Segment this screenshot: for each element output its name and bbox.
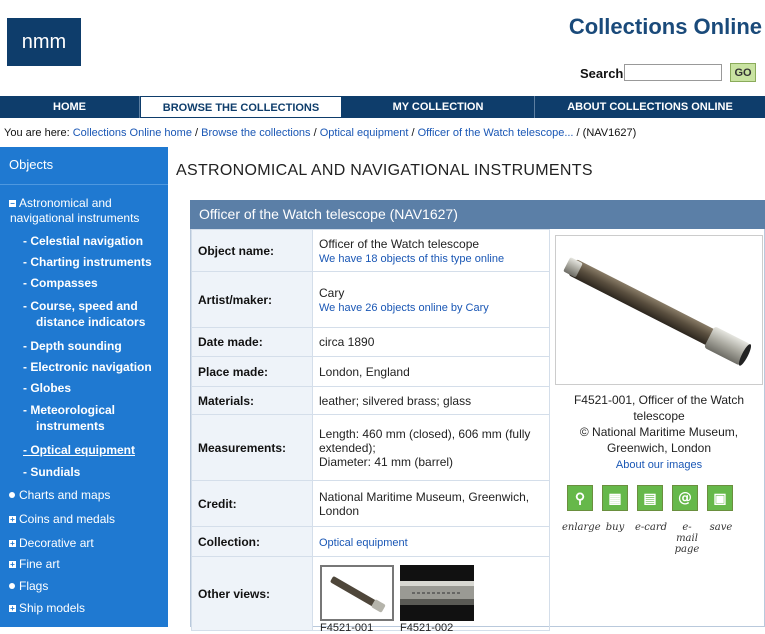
sidebar-item-ship-models[interactable]: + Ship models xyxy=(9,601,85,615)
table-row: Collection: Optical equipment xyxy=(191,526,550,557)
field-label: Collection: xyxy=(191,526,313,557)
breadcrumb-link-optical[interactable]: Optical equipment xyxy=(320,127,409,139)
breadcrumb-link-browse[interactable]: Browse the collections xyxy=(201,127,310,139)
object-title: Officer of the Watch telescope (NAV1627) xyxy=(190,200,765,229)
sidebar-item-charts[interactable]: Charts and maps xyxy=(9,488,110,502)
breadcrumb-link-telescope[interactable]: Officer of the Watch telescope... xyxy=(418,127,574,139)
sidebar-item-decorative[interactable]: + Decorative art xyxy=(9,536,94,550)
artist-link[interactable]: We have 26 objects online by Cary xyxy=(319,302,489,314)
e-card-label[interactable]: e-card xyxy=(634,522,668,533)
field-value: National Maritime Museum, Greenwich, Lon… xyxy=(312,480,550,527)
table-row: Credit: National Maritime Museum, Greenw… xyxy=(191,480,550,527)
e-mail-page-icon[interactable]: @ xyxy=(672,485,698,511)
sidebar-sub-meteorological-2[interactable]: instruments xyxy=(36,419,105,433)
enlarge-icon[interactable]: ⚲ xyxy=(567,485,593,511)
field-value: leather; silvered brass; glass xyxy=(312,386,550,415)
field-label: Place made: xyxy=(191,356,313,387)
enlarge-label[interactable]: enlarge xyxy=(562,522,601,533)
expand-icon[interactable]: + xyxy=(9,561,16,569)
other-view-thumbnail-2[interactable] xyxy=(400,565,474,621)
field-label: Materials: xyxy=(191,386,313,415)
sidebar-sub-charting[interactable]: - Charting instruments xyxy=(23,255,152,269)
e-card-icon[interactable]: ▤ xyxy=(637,485,663,511)
sidebar-item-coins[interactable]: + Coins and medals xyxy=(9,512,115,526)
sidebar-sub-electronic[interactable]: - Electronic navigation xyxy=(23,360,152,374)
sidebar-sub-compasses[interactable]: - Compasses xyxy=(23,276,98,290)
table-row: Materials: leather; silvered brass; glas… xyxy=(191,386,550,415)
sidebar-sub-sundials[interactable]: - Sundials xyxy=(23,465,80,479)
field-value: circa 1890 xyxy=(312,327,550,357)
table-row: Object name: Officer of the Watch telesc… xyxy=(191,229,550,272)
field-label: Measurements: xyxy=(191,414,313,481)
collection-link[interactable]: Optical equipment xyxy=(319,537,408,549)
sidebar-sub-celestial[interactable]: - Celestial navigation xyxy=(23,234,143,248)
table-row: Date made: circa 1890 xyxy=(191,327,550,357)
table-row: Place made: London, England xyxy=(191,356,550,387)
sidebar-sub-depth[interactable]: - Depth sounding xyxy=(23,339,122,353)
bullet-icon xyxy=(9,583,15,589)
nav-my-collection[interactable]: MY COLLECTION xyxy=(342,96,535,118)
sidebar-sub-meteorological[interactable]: - Meteorological xyxy=(23,403,115,417)
sidebar-divider xyxy=(0,184,168,185)
field-label: Credit: xyxy=(191,480,313,527)
other-view-caption-1: F4521-001 xyxy=(320,622,374,634)
field-label: Date made: xyxy=(191,327,313,357)
table-row: Artist/maker: Cary We have 26 objects onl… xyxy=(191,271,550,328)
save-label[interactable]: save xyxy=(706,522,736,533)
object-type-link[interactable]: We have 18 objects of this type online xyxy=(319,253,504,265)
nmm-logo[interactable]: nmm xyxy=(7,18,81,66)
search-label: Search xyxy=(580,66,624,81)
about-images-link[interactable]: About our images xyxy=(616,459,702,471)
image-caption: F4521-001, Officer of the Watch telescop… xyxy=(573,393,745,471)
nav-home[interactable]: HOME xyxy=(0,96,140,118)
field-value: London, England xyxy=(312,356,550,387)
bullet-icon xyxy=(9,492,15,498)
object-image[interactable] xyxy=(555,235,763,385)
buy-icon[interactable]: ▦ xyxy=(602,485,628,511)
sidebar-item-fine-art[interactable]: + Fine art xyxy=(9,557,60,571)
field-label: Object name: xyxy=(191,229,313,272)
buy-label[interactable]: buy xyxy=(600,522,630,533)
main-nav: HOME BROWSE THE COLLECTIONS MY COLLECTIO… xyxy=(0,96,765,118)
sidebar-item-astronomical[interactable]: − Astronomical and navigational instrumen… xyxy=(9,196,169,226)
expand-icon[interactable]: + xyxy=(9,516,16,524)
sidebar-sub-course[interactable]: - Course, speed and xyxy=(23,299,138,313)
field-label: Artist/maker: xyxy=(191,271,313,328)
breadcrumb: You are here: Collections Online home / … xyxy=(4,127,637,139)
engraving-thumb xyxy=(400,581,474,605)
field-value: Optical equipment xyxy=(312,526,550,557)
nav-about[interactable]: ABOUT COLLECTIONS ONLINE xyxy=(535,96,765,118)
sidebar-sub-optical[interactable]: - Optical equipment xyxy=(23,443,135,457)
site-title: Collections Online xyxy=(568,14,762,39)
sidebar-title: Objects xyxy=(9,157,54,172)
telescope-thumb xyxy=(330,576,386,613)
collapse-icon[interactable]: − xyxy=(9,200,16,208)
e-mail-page-label[interactable]: e-mail page xyxy=(672,522,702,555)
sidebar-sub-course-2[interactable]: distance indicators xyxy=(36,315,145,329)
breadcrumb-current: (NAV1627) xyxy=(582,127,637,139)
search-input[interactable] xyxy=(624,64,722,81)
field-value: Officer of the Watch telescope We have 18… xyxy=(312,229,550,272)
other-view-caption-2: F4521-002 xyxy=(400,622,454,634)
other-view-thumbnail-1[interactable] xyxy=(320,565,394,621)
expand-icon[interactable]: + xyxy=(9,540,16,548)
sidebar-item-flags[interactable]: Flags xyxy=(9,579,48,593)
field-value: Length: 460 mm (closed), 606 mm (fully e… xyxy=(312,414,550,481)
save-icon[interactable]: ▣ xyxy=(707,485,733,511)
go-button[interactable]: GO xyxy=(730,63,756,82)
expand-icon[interactable]: + xyxy=(9,605,16,613)
breadcrumb-link-home[interactable]: Collections Online home xyxy=(73,127,192,139)
table-row: Measurements: Length: 460 mm (closed), 6… xyxy=(191,414,550,481)
sidebar-sub-globes[interactable]: - Globes xyxy=(23,381,71,395)
nav-browse-collections[interactable]: BROWSE THE COLLECTIONS xyxy=(140,96,342,118)
field-value: Cary We have 26 objects online by Cary xyxy=(312,271,550,328)
telescope-image xyxy=(563,257,752,366)
breadcrumb-prefix: You are here: xyxy=(4,127,73,139)
field-label: Other views: xyxy=(191,556,313,631)
page-title: ASTRONOMICAL AND NAVIGATIONAL INSTRUMENT… xyxy=(176,162,593,179)
